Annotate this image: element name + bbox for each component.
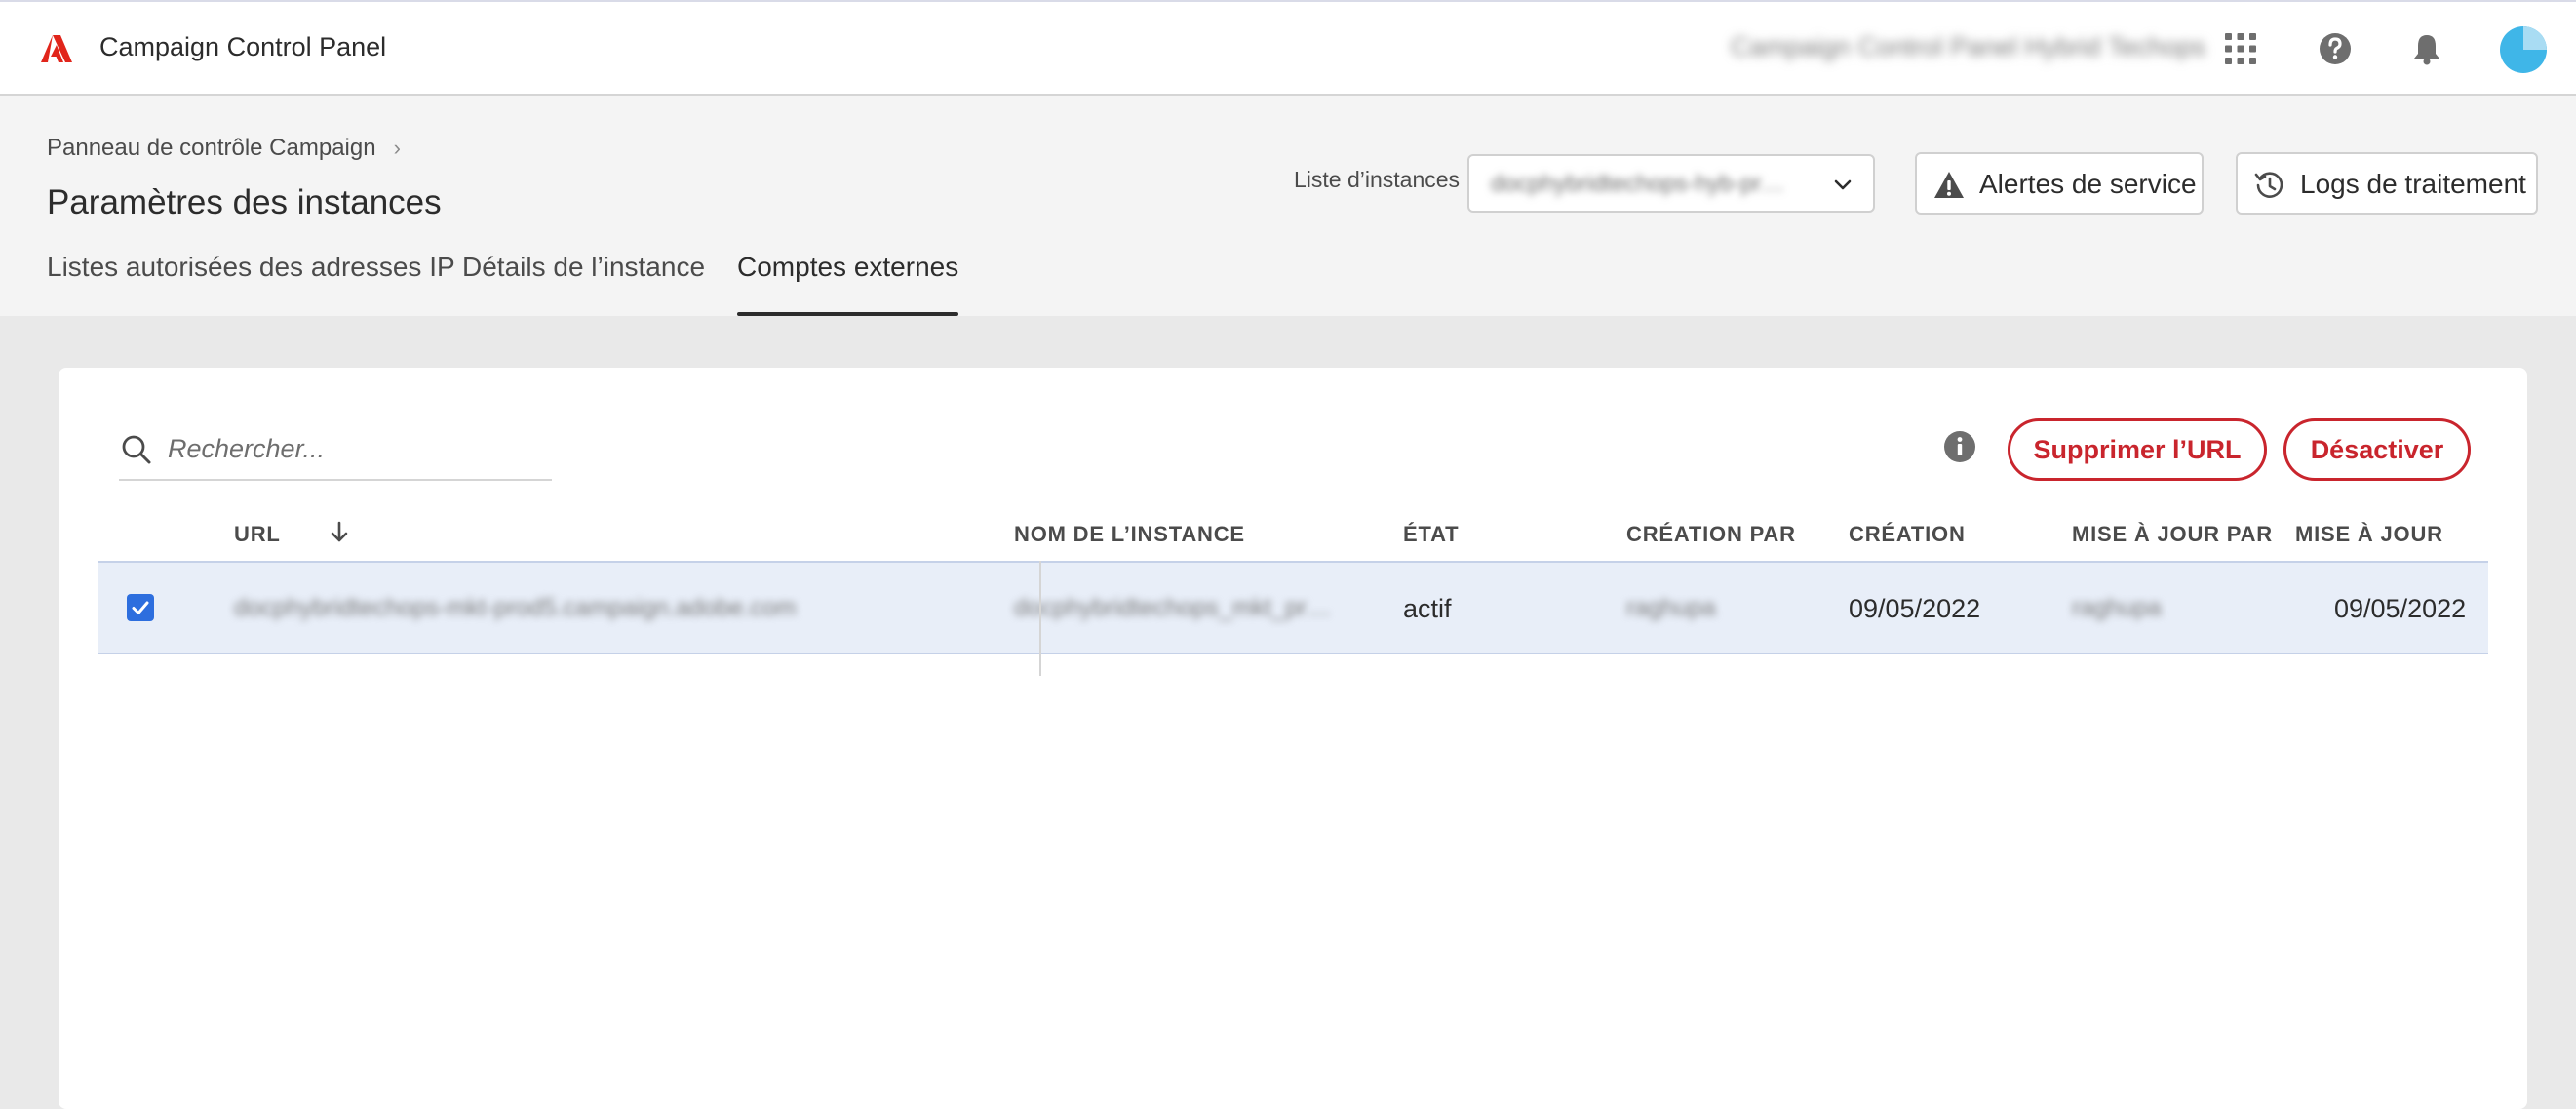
instance-list-label: Liste d’instances — [1294, 167, 1461, 192]
tab-ip-allow-lists[interactable]: Listes autorisées des adresses IP — [47, 252, 455, 316]
apps-grid-icon[interactable] — [2219, 27, 2262, 70]
column-header-updated-by[interactable]: MISE À JOUR PAR — [2072, 522, 2273, 547]
table-row[interactable]: docphybridtechops-mkt-prod5.campaign.ado… — [98, 561, 2488, 654]
help-icon[interactable] — [2314, 27, 2357, 70]
chevron-right-icon: › — [393, 136, 401, 160]
column-resize-handle[interactable] — [1039, 561, 1041, 676]
column-header-created-by[interactable]: CRÉATION PAR — [1626, 522, 1796, 547]
row-checkbox[interactable] — [127, 594, 154, 621]
cell-updated-by: raghupa — [2072, 594, 2162, 621]
cell-created: 09/05/2022 — [1849, 594, 1981, 623]
cell-instance-name: docphybridtechops_mkt_pr… — [1014, 594, 1332, 621]
info-icon[interactable] — [1942, 429, 1977, 464]
chevron-down-icon — [1834, 179, 1852, 190]
search-icon — [122, 435, 151, 464]
page-title: Paramètres des instances — [47, 183, 442, 221]
external-accounts-card: Supprimer l’URL Désactiver URL NOM DE L’… — [59, 368, 2527, 1109]
instance-select[interactable]: docphybridtechops-hyb-pr… — [1467, 154, 1875, 213]
deactivate-button[interactable]: Désactiver — [2283, 418, 2471, 481]
processing-logs-label: Logs de traitement — [2300, 169, 2526, 199]
org-name[interactable]: Campaign Control Panel Hybrid Techops — [1731, 32, 2205, 62]
column-header-url[interactable]: URL — [234, 522, 281, 547]
cell-created-by: raghupa — [1626, 594, 1716, 621]
bell-icon[interactable] — [2405, 27, 2448, 70]
column-header-state[interactable]: ÉTAT — [1403, 522, 1459, 547]
breadcrumb[interactable]: Panneau de contrôle Campaign › — [47, 135, 401, 162]
adobe-logo-icon[interactable] — [41, 35, 72, 62]
service-alerts-label: Alertes de service — [1979, 169, 2197, 199]
processing-logs-button[interactable]: Logs de traitement — [2236, 152, 2538, 215]
search-box[interactable] — [119, 424, 552, 481]
app-title: Campaign Control Panel — [99, 32, 387, 61]
tab-external-accounts[interactable]: Comptes externes — [737, 252, 959, 316]
search-input[interactable] — [166, 426, 540, 471]
table-header: URL NOM DE L’INSTANCE ÉTAT CRÉATION PAR … — [98, 504, 2488, 561]
breadcrumb-link[interactable]: Panneau de contrôle Campaign — [47, 135, 376, 161]
tab-instance-details[interactable]: Détails de l’instance — [462, 252, 705, 316]
page-header: Panneau de contrôle Campaign › Paramètres… — [0, 96, 2576, 316]
column-header-created[interactable]: CRÉATION — [1849, 522, 1966, 547]
history-icon — [2254, 172, 2283, 198]
service-alerts-button[interactable]: Alertes de service — [1915, 152, 2204, 215]
sort-descending-icon[interactable] — [329, 520, 350, 545]
column-header-instance-name[interactable]: NOM DE L’INSTANCE — [1014, 522, 1245, 547]
column-header-updated[interactable]: MISE À JOUR — [2295, 522, 2443, 547]
cell-updated: 09/05/2022 — [2334, 594, 2467, 623]
delete-url-button[interactable]: Supprimer l’URL — [2008, 418, 2267, 481]
cell-url: docphybridtechops-mkt-prod5.campaign.ado… — [234, 594, 797, 621]
top-bar: Campaign Control Panel Campaign Control … — [0, 0, 2576, 96]
alert-icon — [1934, 172, 1964, 198]
avatar[interactable] — [2500, 26, 2547, 73]
cell-state: actif — [1403, 594, 1452, 623]
instance-select-value: docphybridtechops-hyb-pr… — [1491, 171, 1785, 197]
checkmark-icon — [132, 601, 149, 614]
